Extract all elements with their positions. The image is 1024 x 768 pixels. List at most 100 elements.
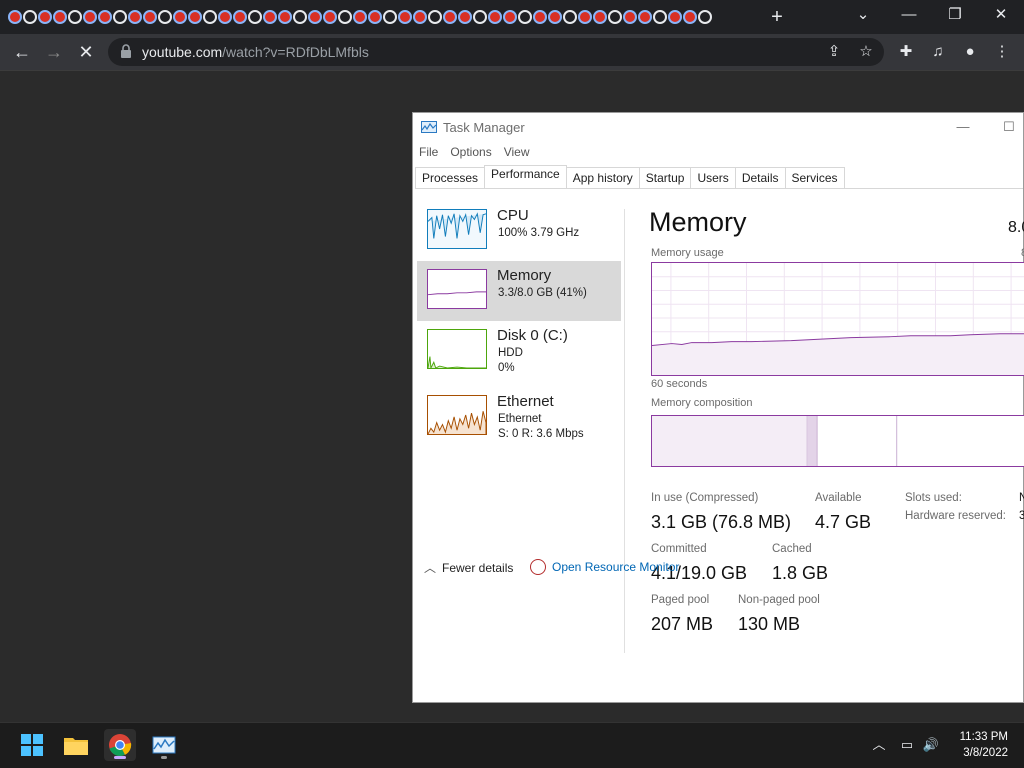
tab-favicon[interactable] [578,10,592,24]
tab-favicon[interactable] [428,10,442,24]
tab-favicon[interactable] [383,10,397,24]
tab-favicon[interactable] [233,10,247,24]
tab-favicon[interactable] [368,10,382,24]
tab-favicon[interactable] [503,10,517,24]
tab-favicon[interactable] [443,10,457,24]
available-value: 4.7 GB [815,512,872,532]
task-manager-icon[interactable] [148,729,180,761]
tab-favicon[interactable] [38,10,52,24]
volume-icon[interactable]: 🔊 [922,736,940,754]
sidebar-item-cpu[interactable]: CPU 100% 3.79 GHz [417,201,621,261]
tab-favicon[interactable] [188,10,202,24]
url-text[interactable]: youtube.com/watch?v=RDfDbLMfbls [142,44,369,60]
tab-favicon[interactable] [413,10,427,24]
start-icon[interactable] [16,729,48,761]
menu-options[interactable]: Options [444,143,497,165]
sidebar-item-ethernet[interactable]: Ethernet Ethernet S: 0 R: 3.6 Mbps [417,387,621,447]
maximize-icon[interactable]: ☐ [997,117,1021,137]
tab-search-icon[interactable]: ⌄ [846,4,880,26]
tab-performance[interactable]: Performance [484,165,567,188]
tab-favicon[interactable] [608,10,622,24]
hardware-reserved-value: 3 [1019,510,1024,522]
tab-favicon[interactable] [338,10,352,24]
file-explorer-icon[interactable] [60,729,92,761]
tab-favicon[interactable] [53,10,67,24]
tab-favicon[interactable] [653,10,667,24]
title-bar[interactable]: Task Manager — ☐ [413,113,1023,143]
tab-favicon[interactable] [323,10,337,24]
media-icon[interactable]: ♫ [926,41,950,63]
menu-icon[interactable]: ⋮ [990,41,1014,63]
tab-favicon[interactable] [98,10,112,24]
tab-favicon[interactable] [698,10,712,24]
stop-icon[interactable]: ✕ [74,40,98,64]
new-tab-button[interactable]: + [766,6,788,28]
tab-favicon[interactable] [458,10,472,24]
tab-processes[interactable]: Processes [415,167,486,188]
extensions-icon[interactable]: ✚ [894,41,918,63]
profile-icon[interactable]: ● [958,41,982,63]
sidebar-item-detail: HDD [498,347,523,359]
tab-favicon[interactable] [293,10,307,24]
open-resource-monitor-link[interactable]: Open Resource Monitor [530,559,679,575]
tab-favicon[interactable] [668,10,682,24]
tab-favicon[interactable] [128,10,142,24]
tab-favicon[interactable] [8,10,22,24]
fewer-details-button[interactable]: ︿ Fewer details [424,559,513,576]
tab-details[interactable]: Details [734,167,786,188]
tab-users[interactable]: Users [690,167,736,188]
minimize-icon[interactable]: — [951,117,975,137]
taskbar: ︿ ▭ 🔊 11:33 PM 3/8/2022 [0,722,1024,768]
tab-favicon[interactable] [308,10,322,24]
tab-favicon[interactable] [593,10,607,24]
restore-icon[interactable]: ❐ [938,4,972,26]
chevron-up-icon[interactable]: ︿ [870,736,888,754]
tab-favicon[interactable] [158,10,172,24]
tab-favicon[interactable] [683,10,697,24]
tab-favicon[interactable] [68,10,82,24]
sidebar-item-disk[interactable]: Disk 0 (C:) HDD 0% [417,321,621,381]
tab-favicon[interactable] [173,10,187,24]
address-bar[interactable]: youtube.com/watch?v=RDfDbLMfbls ⇪ ☆ [108,38,884,66]
tab-favicon[interactable] [548,10,562,24]
minimize-icon[interactable]: — [892,4,926,26]
tab-favicon[interactable] [263,10,277,24]
back-icon[interactable]: ← [10,40,34,64]
tab-startup[interactable]: Startup [638,167,692,188]
tab-favicon[interactable] [218,10,232,24]
menu-file[interactable]: File [413,143,444,165]
task-manager-icon [421,121,437,133]
tab-favicon[interactable] [113,10,127,24]
tab-favicon[interactable] [473,10,487,24]
menu-view[interactable]: View [498,143,536,165]
tab-favicon[interactable] [398,10,412,24]
share-icon[interactable]: ⇪ [824,42,844,62]
tab-favicon[interactable] [623,10,637,24]
panel-divider[interactable] [624,209,625,653]
tab-favicon[interactable] [353,10,367,24]
tab-favicon[interactable] [278,10,292,24]
forward-icon[interactable]: → [42,40,66,64]
star-icon[interactable]: ☆ [856,42,876,62]
sidebar-item-memory[interactable]: Memory 3.3/8.0 GB (41%) [417,261,621,321]
tab-favicon[interactable] [248,10,262,24]
slots-used-value: N [1019,492,1024,504]
chrome-icon[interactable] [104,729,136,761]
tab-favicon[interactable] [203,10,217,24]
tab-favicon[interactable] [143,10,157,24]
tab-favicon[interactable] [488,10,502,24]
network-icon[interactable]: ▭ [898,736,916,754]
tab-favicon[interactable] [563,10,577,24]
tab-app-history[interactable]: App history [565,167,640,188]
tab-favicon[interactable] [23,10,37,24]
cached-label: Cached [772,543,812,555]
close-icon[interactable]: ✕ [984,4,1018,26]
tab-favicon[interactable] [83,10,97,24]
tab-favicon[interactable] [533,10,547,24]
tab-list[interactable] [8,8,730,26]
tab-favicon[interactable] [518,10,532,24]
clock[interactable]: 11:33 PM 3/8/2022 [960,729,1008,761]
tab-favicon[interactable] [638,10,652,24]
in-use-value: 3.1 GB (76.8 MB) [651,512,792,532]
tab-services[interactable]: Services [784,167,845,188]
